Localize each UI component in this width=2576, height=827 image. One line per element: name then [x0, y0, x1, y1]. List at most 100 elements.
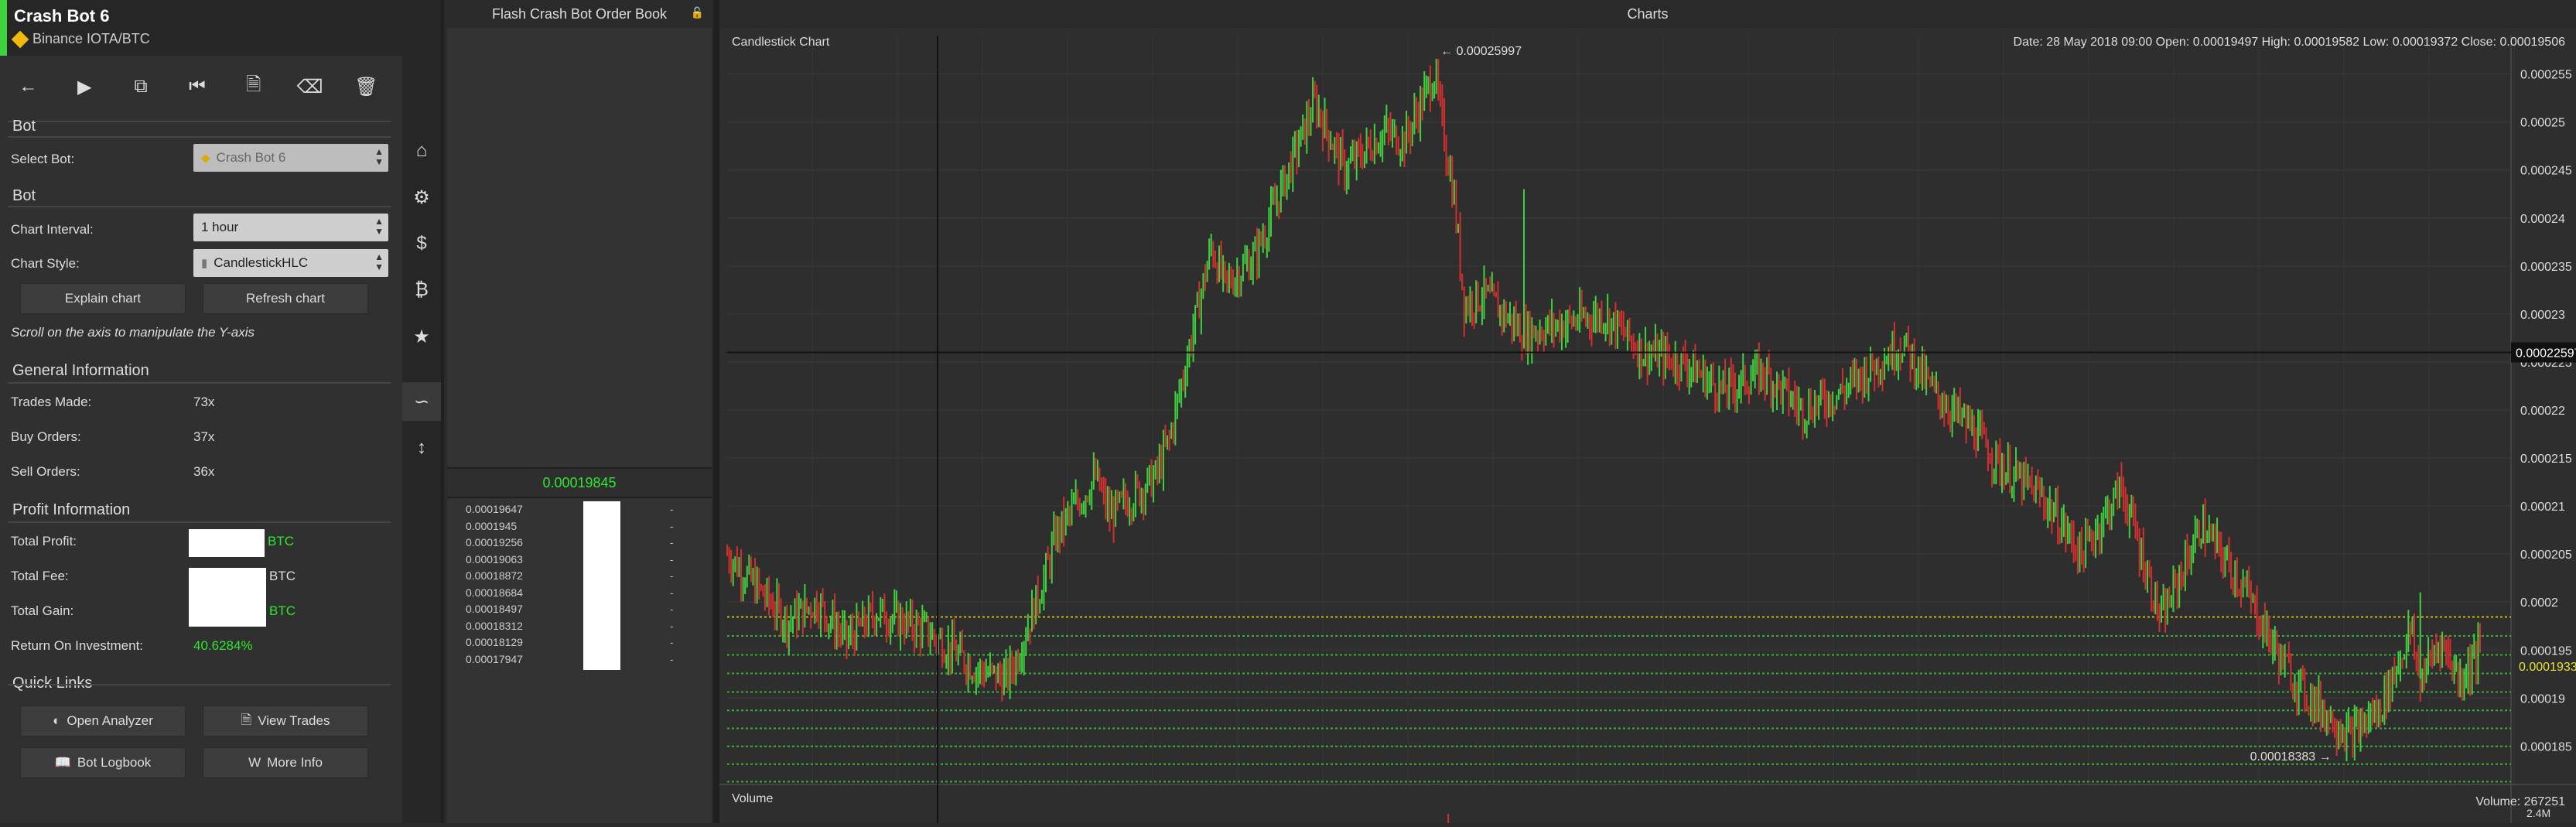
order-book-amount: - [670, 586, 674, 599]
chart-section-heading: Bot [12, 187, 36, 204]
total-profit-label: Total Profit: [11, 534, 77, 548]
y-tick-label: 0.00022 [2520, 405, 2565, 418]
general-info-heading: General Information [12, 362, 149, 379]
order-book-title: Flash Crash Bot Order Book [491, 5, 668, 22]
sell-orders-value: 36x [193, 464, 215, 479]
charts-header: Charts [719, 0, 2576, 29]
order-book-panel: Flash Crash Bot Order Book 🔓 0.00019845 … [447, 0, 712, 823]
bot-logbook-button[interactable]: 📖 Bot Logbook [20, 747, 186, 778]
total-fee-label: Total Fee: [11, 569, 69, 583]
y-tick-label: 0.000245 [2520, 165, 2572, 178]
current-price-label: 0.00019334 [2519, 661, 2576, 674]
volume-label: Volume [732, 792, 774, 805]
order-book-price: 0.00019063 [466, 552, 523, 566]
chart-interval-dropdown[interactable]: 1 hour ▲ ▼ [193, 214, 388, 241]
bot-exchange: Binance IOTA/BTC [11, 30, 150, 48]
trades-made-label: Trades Made: [11, 395, 92, 409]
y-tick-label: 0.00021 [2520, 501, 2565, 514]
chevron-updown-icon: ▲ ▼ [374, 251, 384, 272]
star-icon[interactable]: ★ [402, 317, 441, 356]
order-book-amount: - [670, 619, 674, 632]
open-analyzer-button[interactable]: ◐ Open Analyzer [20, 706, 186, 736]
order-book-amount: - [670, 603, 674, 615]
ohlc-info: Date: 28 May 2018 09:00 Open: 0.00019497… [2013, 36, 2565, 49]
file-icon[interactable]: 🗎 [240, 73, 268, 101]
buy-orders-value: 37x [193, 429, 215, 444]
order-book-price: 0.00018684 [466, 586, 523, 599]
refresh-chart-label: Refresh chart [245, 291, 326, 306]
explain-chart-label: Explain chart [64, 291, 142, 306]
y-tick-label: 0.000185 [2520, 740, 2572, 754]
chart-style-value: CandlestickHLC [214, 255, 309, 270]
charts-panel: Charts 0.000255 0.00025 0.000245 0.00024 0.0… [719, 0, 2576, 823]
view-trades-button[interactable]: 🗎 View Trades [203, 706, 368, 736]
play-icon[interactable]: ▶ [70, 73, 98, 101]
y-tick-label: 0.00023 [2520, 309, 2565, 322]
chart-area[interactable]: 0.000255 0.00025 0.000245 0.00024 0.000235 0.… [719, 28, 2576, 823]
app-root: Crash Bot 6 Binance IOTA/BTC ← ▶ ⧉ ⏮ 🗎 ⌫… [0, 0, 2576, 823]
wikipedia-icon: W [248, 755, 261, 770]
chart-interval-value: 1 hour [201, 220, 239, 234]
order-book-amount: - [670, 536, 674, 548]
order-book-volume-bar [583, 501, 620, 670]
file-icon: 🗎 [241, 712, 252, 727]
select-bot-dropdown[interactable]: ◆ Crash Bot 6 ▲ ▼ [193, 144, 388, 172]
roi-value: 40.6284% [193, 638, 253, 653]
divider [8, 136, 391, 138]
profit-info-heading: Profit Information [12, 501, 131, 518]
dollar-icon[interactable]: $ [402, 224, 441, 263]
panel-divider [441, 0, 444, 823]
trades-made-value: 73x [193, 395, 215, 409]
back-arrow-icon[interactable]: ← [14, 73, 42, 101]
order-book-price: 0.00018497 [466, 603, 523, 615]
trash-icon[interactable]: 🗑 [352, 73, 380, 101]
chart-interval-label: Chart Interval: [11, 222, 94, 237]
charts-title: Charts [1627, 5, 1669, 22]
y-tick-label: 0.000215 [2520, 453, 2572, 466]
more-info-label: More Info [267, 755, 323, 770]
chart-style-label: Chart Style: [11, 256, 80, 271]
crosshair-price-label: 0.00022597 [2516, 347, 2576, 361]
order-book-amount: - [670, 503, 674, 515]
order-book-price: 0.00018312 [466, 619, 523, 632]
order-book-amount: - [670, 652, 674, 665]
unlock-icon[interactable]: 🔓 [691, 6, 704, 19]
binance-icon [11, 30, 29, 48]
candlestick-chart[interactable]: 0.000255 0.00025 0.000245 0.00024 0.000235 0.… [719, 28, 2576, 823]
bot-title: Crash Bot 6 [14, 6, 110, 26]
order-book-amount: - [670, 569, 674, 582]
total-gain-label: Total Gain: [11, 603, 74, 618]
home-icon[interactable]: ⌂ [402, 132, 441, 170]
skip-back-icon[interactable]: ⏮ [183, 73, 211, 101]
y-tick-label: 0.00019 [2520, 692, 2565, 706]
more-info-button[interactable]: W More Info [203, 747, 368, 778]
resize-vertical-icon[interactable]: ↕ [402, 429, 441, 467]
line-chart-icon[interactable]: ∽ [402, 382, 441, 421]
select-bot-label: Select Bot: [11, 152, 75, 166]
total-profit-unit: BTC [268, 534, 294, 548]
y-tick-label: 0.00024 [2520, 213, 2565, 226]
candlestick-icon: ▮ [201, 257, 208, 270]
chart-style-dropdown[interactable]: ▮ CandlestickHLC ▲ ▼ [193, 249, 388, 277]
divider [8, 206, 391, 207]
eraser-icon[interactable]: ⌫ [296, 73, 324, 101]
buy-orders-label: Buy Orders: [11, 429, 81, 444]
bitcoin-icon[interactable]: ₿ [402, 271, 441, 309]
open-analyzer-label: Open Analyzer [67, 713, 153, 728]
order-book-price: 0.00019256 [466, 536, 523, 548]
order-book-price: 0.00019647 [466, 503, 523, 515]
bot-logbook-label: Bot Logbook [77, 755, 152, 770]
total-fee-unit: BTC [269, 569, 296, 583]
bot-exchange-label: Binance IOTA/BTC [32, 31, 150, 46]
bot-section-heading: Bot [12, 118, 36, 135]
explain-chart-button[interactable]: Explain chart [20, 283, 186, 314]
refresh-chart-button[interactable]: Refresh chart [203, 283, 368, 314]
total-fee-value [189, 568, 266, 627]
bot-icon: ◆ [201, 152, 210, 165]
roi-label: Return On Investment: [11, 638, 144, 653]
panel-divider [713, 0, 719, 823]
copy-icon[interactable]: ⧉ [127, 73, 155, 101]
bot-panel: Crash Bot 6 Binance IOTA/BTC ← ▶ ⧉ ⏮ 🗎 ⌫… [0, 0, 402, 823]
y-tick-label: 0.000255 [2520, 69, 2572, 82]
cogs-icon[interactable]: ⚙ [402, 178, 441, 217]
